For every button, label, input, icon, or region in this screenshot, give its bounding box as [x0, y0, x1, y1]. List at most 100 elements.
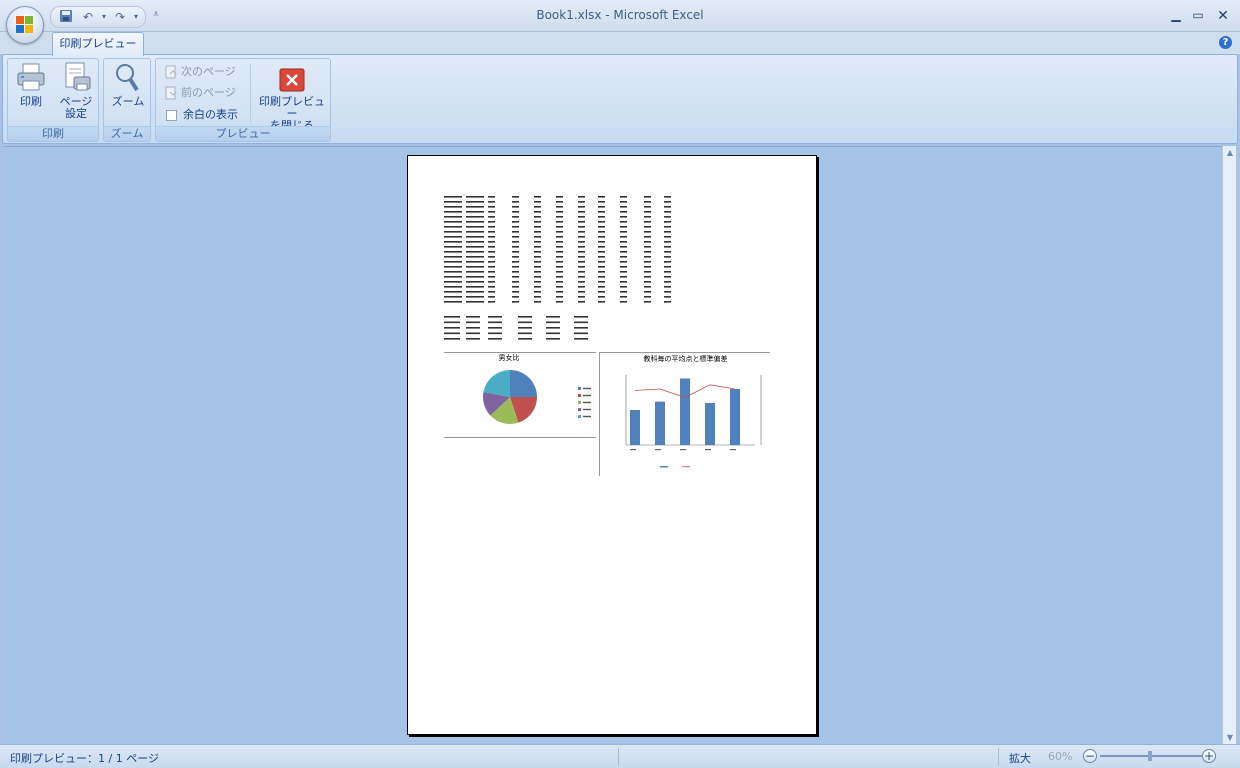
table-cell	[534, 281, 541, 283]
table-summary-cell	[488, 327, 502, 329]
table-cell	[578, 216, 585, 218]
table-cell	[444, 231, 462, 233]
table-cell	[598, 196, 605, 198]
table-cell	[534, 241, 541, 243]
table-summary-cell	[444, 316, 460, 318]
table-cell	[620, 201, 627, 203]
zoom-in-icon[interactable]: +	[1202, 749, 1216, 763]
table-cell	[620, 281, 627, 283]
printer-icon	[15, 61, 47, 93]
table-cell	[466, 231, 484, 233]
print-button-label: 印刷	[20, 95, 42, 108]
table-cell	[488, 216, 495, 218]
table-cell	[620, 271, 627, 273]
table-cell	[556, 236, 563, 238]
table-cell	[556, 201, 563, 203]
table-cell	[488, 246, 495, 248]
pie-chart	[483, 370, 591, 424]
table-cell	[578, 266, 585, 268]
table-cell	[488, 196, 495, 198]
table-cell	[556, 271, 563, 273]
scroll-up-icon[interactable]: ▲	[1226, 148, 1234, 157]
table-summary-cell	[466, 316, 480, 318]
table-cell	[644, 261, 651, 263]
table-cell	[512, 221, 519, 223]
table-cell	[534, 276, 541, 278]
table-cell	[664, 301, 671, 303]
close-print-preview-button[interactable]: 印刷プレビュー を閉じる	[254, 67, 330, 132]
status-text: 印刷プレビュー：1 / 1 ページ	[10, 752, 159, 765]
tab-print-preview[interactable]: 印刷プレビュー	[52, 32, 144, 56]
table-cell	[444, 226, 462, 228]
table-cell	[466, 196, 484, 198]
table-cell	[598, 261, 605, 263]
table-cell	[578, 291, 585, 293]
table-cell	[488, 251, 495, 253]
table-cell	[488, 236, 495, 238]
table-cell	[444, 266, 462, 268]
table-cell	[466, 276, 484, 278]
table-cell	[444, 296, 462, 298]
table-cell	[534, 231, 541, 233]
show-margins-checkbox[interactable]: 余白の表示	[166, 106, 238, 124]
table-cell	[466, 211, 484, 213]
table-cell	[620, 216, 627, 218]
table-cell	[664, 206, 671, 208]
close-icon[interactable]: ✕	[1213, 8, 1233, 24]
table-cell	[556, 196, 563, 198]
table-cell	[512, 256, 519, 258]
office-button[interactable]	[6, 6, 44, 44]
table-summary-cell	[546, 338, 560, 340]
table-cell	[556, 246, 563, 248]
table-cell	[598, 246, 605, 248]
table-cell	[664, 236, 671, 238]
table-cell	[556, 281, 563, 283]
minimize-icon[interactable]: ▁	[1166, 8, 1186, 24]
print-button[interactable]: 印刷	[12, 61, 50, 108]
table-cell	[620, 196, 627, 198]
table-summary-cell	[546, 316, 560, 318]
zoom-out-icon[interactable]: −	[1083, 749, 1097, 763]
prev-page-button[interactable]: 前のページ	[164, 84, 236, 102]
table-summary-cell	[444, 332, 460, 335]
zoom-value[interactable]: 60%	[1048, 750, 1072, 763]
legend-text	[583, 394, 591, 397]
table-cell	[664, 291, 671, 293]
table-cell	[556, 261, 563, 263]
table-cell	[534, 226, 541, 228]
group-divider	[250, 63, 251, 123]
close-preview-label-1: 印刷プレビュー	[259, 95, 325, 120]
zoom-button[interactable]: ズーム	[108, 61, 148, 108]
table-summary-cell	[488, 338, 502, 340]
scroll-down-icon[interactable]: ▼	[1226, 733, 1234, 742]
vertical-scrollbar[interactable]: ▲ ▼	[1222, 146, 1236, 744]
legend-text	[583, 415, 591, 418]
page-setup-button[interactable]: ページ 設定	[56, 61, 96, 120]
bar	[705, 403, 715, 445]
table-cell	[488, 256, 495, 258]
print-group-label: 印刷	[8, 126, 98, 141]
maximize-icon[interactable]: ▭	[1188, 8, 1208, 24]
table-cell	[512, 281, 519, 283]
table-cell	[556, 251, 563, 253]
preview-page[interactable]: 男女比 教科毎の平均点と標準偏差	[407, 155, 817, 735]
table-cell	[664, 246, 671, 248]
table-summary-cell	[574, 332, 588, 335]
table-summary-cell	[444, 338, 460, 340]
zoom-slider-thumb[interactable]	[1148, 751, 1152, 761]
table-cell	[644, 251, 651, 253]
close-preview-icon	[279, 67, 305, 93]
show-margins-checkbox-box[interactable]	[166, 109, 177, 121]
prev-page-label: 前のページ	[181, 86, 236, 99]
table-cell	[620, 301, 627, 303]
table-cell	[488, 206, 495, 208]
next-page-button[interactable]: 次のページ	[164, 63, 236, 81]
table-summary-cell	[574, 327, 588, 329]
table-summary-cell	[466, 332, 480, 335]
next-page-icon	[164, 65, 178, 79]
x-tick-label	[655, 449, 661, 451]
x-tick-label	[730, 449, 736, 451]
help-icon[interactable]: ?	[1219, 36, 1232, 49]
table-cell	[644, 271, 651, 273]
table-cell	[556, 296, 563, 298]
